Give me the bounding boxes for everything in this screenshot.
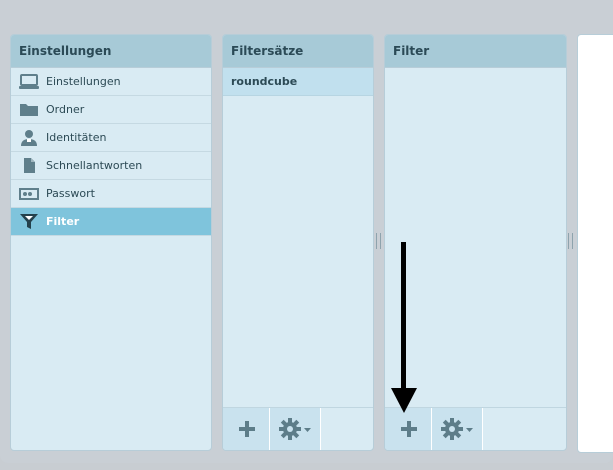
filterset-actions-button[interactable] [270, 408, 321, 450]
settings-item-responses[interactable]: Schnellantworten [11, 152, 211, 180]
settings-item-label: Ordner [46, 103, 85, 116]
panel-splitter[interactable] [568, 233, 573, 249]
settings-item-label: Filter [46, 215, 80, 228]
gear-dropdown-icon [279, 418, 311, 440]
filterset-item[interactable]: roundcube [223, 68, 373, 96]
settings-item-folders[interactable]: Ordner [11, 96, 211, 124]
arrow-down-annotation [391, 242, 417, 413]
document-icon [19, 157, 39, 174]
settings-item-label: Passwort [46, 187, 95, 200]
settings-item-label: Schnellantworten [46, 159, 143, 172]
filter-icon [19, 213, 39, 230]
filtersets-panel-title: Filtersätze [223, 35, 373, 68]
settings-item-label: Einstellungen [46, 75, 121, 88]
settings-item-password[interactable]: Passwort [11, 180, 211, 208]
gear-dropdown-icon [441, 418, 473, 440]
panel-splitter[interactable] [376, 233, 381, 249]
settings-item-label: Identitäten [46, 131, 107, 144]
settings-item-identities[interactable]: Identitäten [11, 124, 211, 152]
filter-content-pane [577, 34, 613, 453]
laptop-icon [19, 73, 39, 90]
settings-item-preferences[interactable]: Einstellungen [11, 68, 211, 96]
add-filterset-button[interactable] [223, 408, 270, 450]
filter-actions-button[interactable] [432, 408, 483, 450]
settings-panel-title: Einstellungen [11, 35, 211, 68]
person-icon [19, 129, 39, 146]
settings-panel: Einstellungen Einstellungen Ordner Ident… [10, 34, 212, 451]
filter-panel-title: Filter [385, 35, 566, 68]
plus-icon [401, 421, 417, 437]
app-window: Einstellungen Einstellungen Ordner Ident… [0, 0, 613, 463]
filtersets-footer [223, 407, 373, 450]
filtersets-panel: Filtersätze roundcube [222, 34, 374, 451]
password-icon [19, 185, 39, 202]
settings-item-filter[interactable]: Filter [11, 208, 211, 236]
folder-icon [19, 101, 39, 118]
plus-icon [239, 421, 255, 437]
add-filter-button[interactable] [385, 408, 432, 450]
